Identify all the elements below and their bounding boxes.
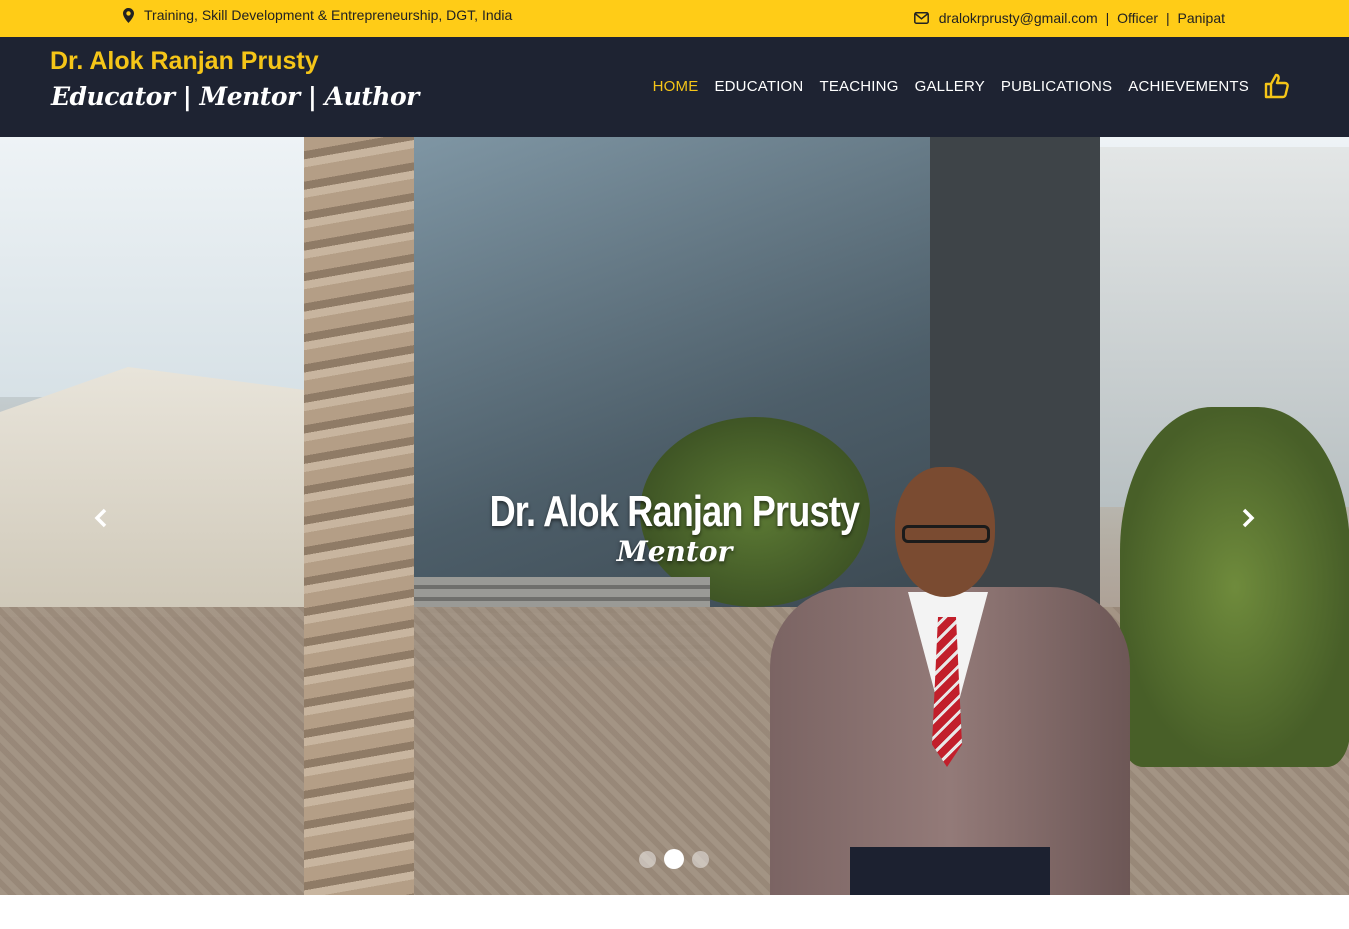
nav-item-education[interactable]: EDUCATION — [714, 78, 803, 95]
thumbs-up-icon[interactable] — [1263, 72, 1291, 105]
location-text: Training, Skill Development & Entreprene… — [144, 7, 513, 23]
site-tagline: Educator | Mentor | Author — [51, 82, 419, 111]
location-info: Training, Skill Development & Entreprene… — [123, 7, 512, 23]
hero-carousel: Dr. Alok Ranjan Prusty Mentor — [0, 137, 1349, 895]
nav-item-home[interactable]: HOME — [653, 78, 699, 95]
email-link[interactable]: dralokrprusty@gmail.com — [939, 10, 1098, 26]
hero-subtitle: Mentor — [616, 535, 733, 568]
hero-caption: Dr. Alok Ranjan Prusty Mentor — [0, 487, 1349, 568]
carousel-dot-1[interactable] — [639, 850, 656, 868]
envelope-icon — [913, 12, 929, 24]
separator: | — [1105, 10, 1110, 26]
place-text: Panipat — [1177, 10, 1225, 26]
nav-menu: HOME EDUCATION TEACHING GALLERY PUBLICAT… — [653, 78, 1249, 95]
hero-title: Dr. Alok Ranjan Prusty — [489, 487, 860, 536]
chevron-right-icon — [1241, 508, 1255, 533]
separator: | — [1165, 10, 1170, 26]
carousel-dot-2[interactable] — [664, 849, 684, 869]
nav-item-gallery[interactable]: GALLERY — [915, 78, 985, 95]
carousel-indicators — [639, 849, 709, 869]
role-text: Officer — [1117, 10, 1159, 26]
nav-item-teaching[interactable]: TEACHING — [819, 78, 898, 95]
carousel-prev-button[interactable] — [86, 505, 116, 535]
carousel-dot-3[interactable] — [692, 850, 709, 868]
nav-item-achievements[interactable]: ACHIEVEMENTS — [1128, 78, 1249, 95]
main-navbar: Dr. Alok Ranjan Prusty Educator | Mentor… — [0, 37, 1349, 137]
chevron-left-icon — [94, 508, 108, 533]
site-brand-name[interactable]: Dr. Alok Ranjan Prusty — [50, 47, 319, 76]
nav-item-publications[interactable]: PUBLICATIONS — [1001, 78, 1112, 95]
map-marker-icon — [123, 7, 134, 23]
carousel-next-button[interactable] — [1233, 505, 1263, 535]
contact-info: dralokrprusty@gmail.com | Officer | Pani… — [913, 10, 1225, 26]
top-info-bar: Training, Skill Development & Entreprene… — [0, 0, 1349, 37]
